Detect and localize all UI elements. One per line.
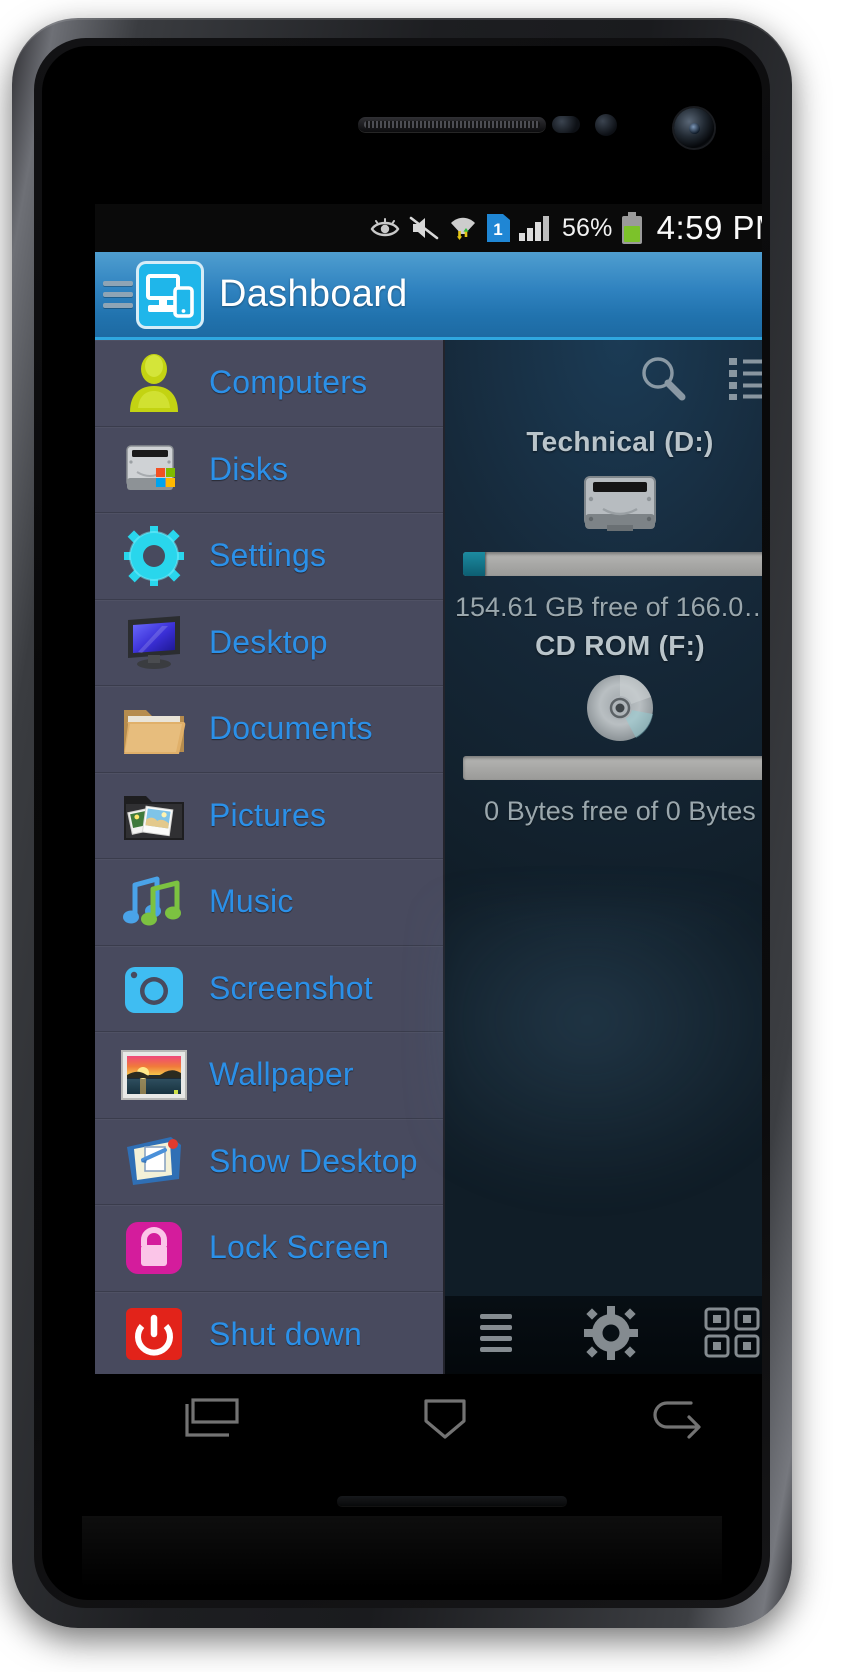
drive-card[interactable]: Technical (D:) 154.61 GB free of 166.02… [445,426,762,623]
sidebar-item-computers[interactable]: Computers [95,340,443,427]
wifi-icon [448,214,478,242]
sidebar-item-lock-screen[interactable]: Lock Screen [95,1205,443,1292]
home-icon[interactable] [412,1395,478,1448]
front-camera [674,108,714,148]
phone-glass: 1 56% 4:59 P Dashboard Computers Disks S… [42,46,762,1600]
pictures-folder-icon [117,781,191,849]
sidebar-item-label: Pictures [209,796,327,833]
music-notes-icon [117,868,191,936]
drive-name: CD ROM (F:) [535,630,705,661]
sim-badge-number: 1 [493,220,502,239]
sidebar-item-label: Shut down [209,1315,363,1352]
hamburger-icon[interactable] [103,281,133,308]
optical-disc-icon [445,666,762,750]
eye-icon [370,217,400,239]
proximity-sensor [552,116,580,133]
battery-percent-label: 56% [561,213,613,242]
show-desktop-icon [117,1127,191,1195]
drive-usage-fill [463,552,485,576]
sidebar-item-label: Lock Screen [209,1229,390,1266]
drive-card[interactable]: CD ROM (F:) 0 Bytes free of 0 Bytes [445,630,762,827]
light-sensor [595,114,617,136]
list-view-icon[interactable] [729,356,762,405]
sidebar-item-desktop[interactable]: Desktop [95,600,443,686]
sidebar-item-show-desktop[interactable]: Show Desktop [95,1119,443,1205]
sidebar-item-label: Screenshot [209,969,373,1006]
sidebar-item-label: Show Desktop [209,1142,418,1179]
phone-chin-gloss [82,1516,722,1600]
action-bar: Dashboard [95,252,762,340]
drive-capacity-label: 0 Bytes free of 0 Bytes [484,796,756,826]
navigation-drawer: Computers Disks Settings Desktop Documen… [95,340,445,1374]
monitor-icon [117,608,191,676]
drive-capacity-label: 154.61 GB free of 166.02… [455,592,762,622]
sidebar-item-screenshot[interactable]: Screenshot [95,946,443,1032]
phone-screen: 1 56% 4:59 P Dashboard Computers Disks S… [95,204,762,1374]
sidebar-item-label: Music [209,883,294,920]
sidebar-item-documents[interactable]: Documents [95,686,443,773]
hard-disk-icon [445,462,762,546]
back-icon[interactable] [645,1395,711,1448]
sidebar-item-pictures[interactable]: Pictures [95,773,443,859]
sidebar-item-label: Documents [209,710,373,747]
signal-icon [518,215,553,241]
search-icon[interactable] [637,352,689,409]
earpiece-mesh [364,121,540,128]
hard-disk-windows-icon [117,435,191,503]
panel-background-glow [435,900,762,1200]
sidebar-item-label: Wallpaper [209,1056,354,1093]
drives-panel: Technical (D:) 154.61 GB free of 166.02…… [435,340,762,1374]
sidebar-item-label: Computers [209,364,368,401]
sidebar-item-label: Disks [209,450,289,487]
power-icon [117,1300,191,1368]
gear-icon [117,522,191,590]
apps-grid-icon[interactable] [704,1307,762,1364]
camera-icon [117,954,191,1022]
drive-usage-bar [463,756,762,780]
padlock-icon [117,1214,191,1282]
android-navigation-bar [95,1374,762,1469]
phone-device: 1 56% 4:59 P Dashboard Computers Disks S… [12,18,792,1628]
sidebar-item-music[interactable]: Music [95,859,443,946]
status-bar: 1 56% 4:59 P [95,204,762,252]
sidebar-item-shut-down[interactable]: Shut down [95,1292,443,1375]
gear-icon[interactable] [583,1305,639,1366]
mute-icon [409,215,439,241]
sidebar-item-wallpaper[interactable]: Wallpaper [95,1032,443,1119]
folder-icon [117,695,191,763]
page-title: Dashboard [219,273,408,315]
battery-icon [620,212,644,244]
recents-icon[interactable] [179,1395,245,1448]
sidebar-item-disks[interactable]: Disks [95,427,443,513]
earpiece-speaker [358,117,546,132]
drive-usage-bar [463,552,762,576]
main-content: Computers Disks Settings Desktop Documen… [95,340,762,1374]
sunset-photo-icon [117,1041,191,1109]
user-silhouette-icon [117,349,191,417]
sim-1-icon: 1 [486,214,510,242]
bottom-speaker [337,1496,567,1506]
sidebar-item-settings[interactable]: Settings [95,513,443,600]
panel-toolbar [637,352,762,409]
list-icon[interactable] [478,1311,518,1360]
sidebar-item-label: Desktop [209,623,328,660]
app-bottom-bar [445,1296,762,1374]
remote-desktop-app-icon[interactable] [139,263,201,326]
sidebar-item-label: Settings [209,537,327,574]
status-bar-clock: 4:59 PM [656,209,762,246]
camera-lens [689,123,700,134]
drive-name: Technical (D:) [526,426,714,457]
